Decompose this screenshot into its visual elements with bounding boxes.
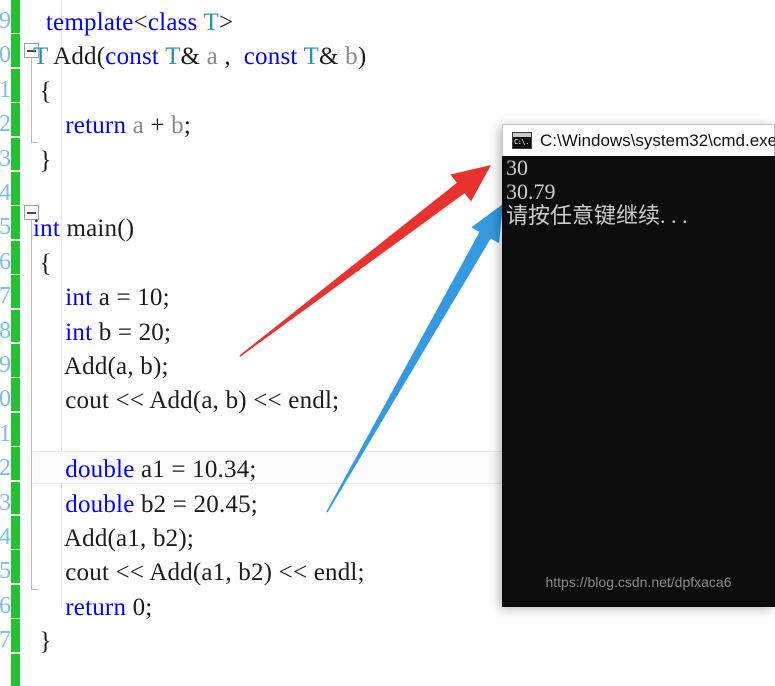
code-token: Add(a, b); xyxy=(33,353,169,380)
code-token: cout << Add(a1, b2) << endl; xyxy=(33,559,365,587)
code-line[interactable]: template<class T> xyxy=(33,10,233,35)
code-token: T xyxy=(33,43,49,71)
code-token: & xyxy=(180,43,207,71)
code-token: int xyxy=(65,318,93,346)
code-token: ; xyxy=(183,112,191,140)
console-title-text: C:\Windows\system32\cmd.exe xyxy=(540,130,775,150)
code-token: template xyxy=(45,9,134,36)
code-token: return xyxy=(65,593,127,621)
code-token: { xyxy=(33,77,52,105)
code-token: int xyxy=(65,284,93,312)
code-token: a xyxy=(206,43,218,71)
code-token: a = 10; xyxy=(92,284,170,312)
code-token: b = 20; xyxy=(92,318,172,346)
code-token: a xyxy=(132,112,144,140)
console-output-line: 30.79 xyxy=(506,179,556,204)
console-output-area[interactable]: 30 30.79 请按任意键继续. . . https://blog.csdn.ne… xyxy=(502,156,775,607)
code-line[interactable]: return a + b; xyxy=(33,113,191,138)
code-token: class xyxy=(147,9,198,36)
code-line[interactable]: Add(a1, b2); xyxy=(33,526,194,551)
code-token: { xyxy=(33,249,52,277)
code-line[interactable]: { xyxy=(33,251,52,276)
code-token: int xyxy=(33,215,60,243)
code-token: T xyxy=(203,9,219,36)
blog-watermark: https://blog.csdn.net/dpfxaca6 xyxy=(545,574,732,590)
cmd-console-icon: C:\. xyxy=(512,132,532,149)
code-token: 0; xyxy=(126,593,153,621)
code-token: b2 = 20.45; xyxy=(134,490,258,518)
change-indicator-bar xyxy=(11,619,20,653)
code-token: main() xyxy=(60,215,135,243)
code-line[interactable]: Add(a, b); xyxy=(33,354,169,379)
code-line[interactable]: cout << Add(a, b) << endl; xyxy=(33,388,339,413)
code-token: Add(a1, b2); xyxy=(33,525,195,552)
code-line[interactable]: double b2 = 20.45; xyxy=(33,492,258,517)
code-line[interactable]: double a1 = 10.34; xyxy=(33,457,257,482)
code-token: + xyxy=(143,112,172,140)
code-token: const xyxy=(243,43,298,71)
change-indicator-bar xyxy=(11,653,20,686)
code-token: cout << Add(a, b) << endl; xyxy=(33,387,340,415)
code-token: , xyxy=(217,43,244,71)
command-prompt-window[interactable]: C:\. C:\Windows\system32\cmd.exe 30 30.79… xyxy=(502,124,775,607)
line-number: 7 xyxy=(0,627,11,654)
code-line[interactable]: cout << Add(a1, b2) << endl; xyxy=(33,560,365,585)
console-output-line: 请按任意键继续. . . xyxy=(506,203,688,228)
code-line[interactable]: { xyxy=(33,79,52,104)
code-line[interactable]: } xyxy=(33,629,52,654)
code-line[interactable]: return 0; xyxy=(33,595,152,620)
code-token: < xyxy=(133,9,148,36)
code-token: & xyxy=(319,43,346,71)
cmd-console-icon-label: C:\. xyxy=(514,138,529,146)
code-token: b xyxy=(171,112,184,140)
code-line[interactable]: } xyxy=(33,148,52,173)
code-token: return xyxy=(65,112,127,140)
code-token: T xyxy=(165,43,181,71)
code-line[interactable]: int main() xyxy=(33,216,134,241)
code-token: a1 = 10.34; xyxy=(134,456,257,484)
code-token: ) xyxy=(357,43,367,71)
code-token: T xyxy=(303,43,320,71)
code-token: } xyxy=(33,628,52,656)
code-line[interactable]: T Add(const T& a , const T& b) xyxy=(33,44,366,69)
console-output-line: 30 xyxy=(506,156,528,180)
code-token: const xyxy=(105,43,160,71)
code-token: double xyxy=(65,490,135,518)
code-line[interactable]: int a = 10; xyxy=(33,285,170,310)
code-token: > xyxy=(218,9,234,36)
code-line[interactable]: int b = 20; xyxy=(33,320,171,345)
code-token: } xyxy=(33,146,52,174)
code-token: Add( xyxy=(48,43,106,71)
console-title-bar[interactable]: C:\. C:\Windows\system32\cmd.exe xyxy=(502,124,775,156)
code-token: double xyxy=(65,456,135,484)
code-token: b xyxy=(345,43,358,71)
